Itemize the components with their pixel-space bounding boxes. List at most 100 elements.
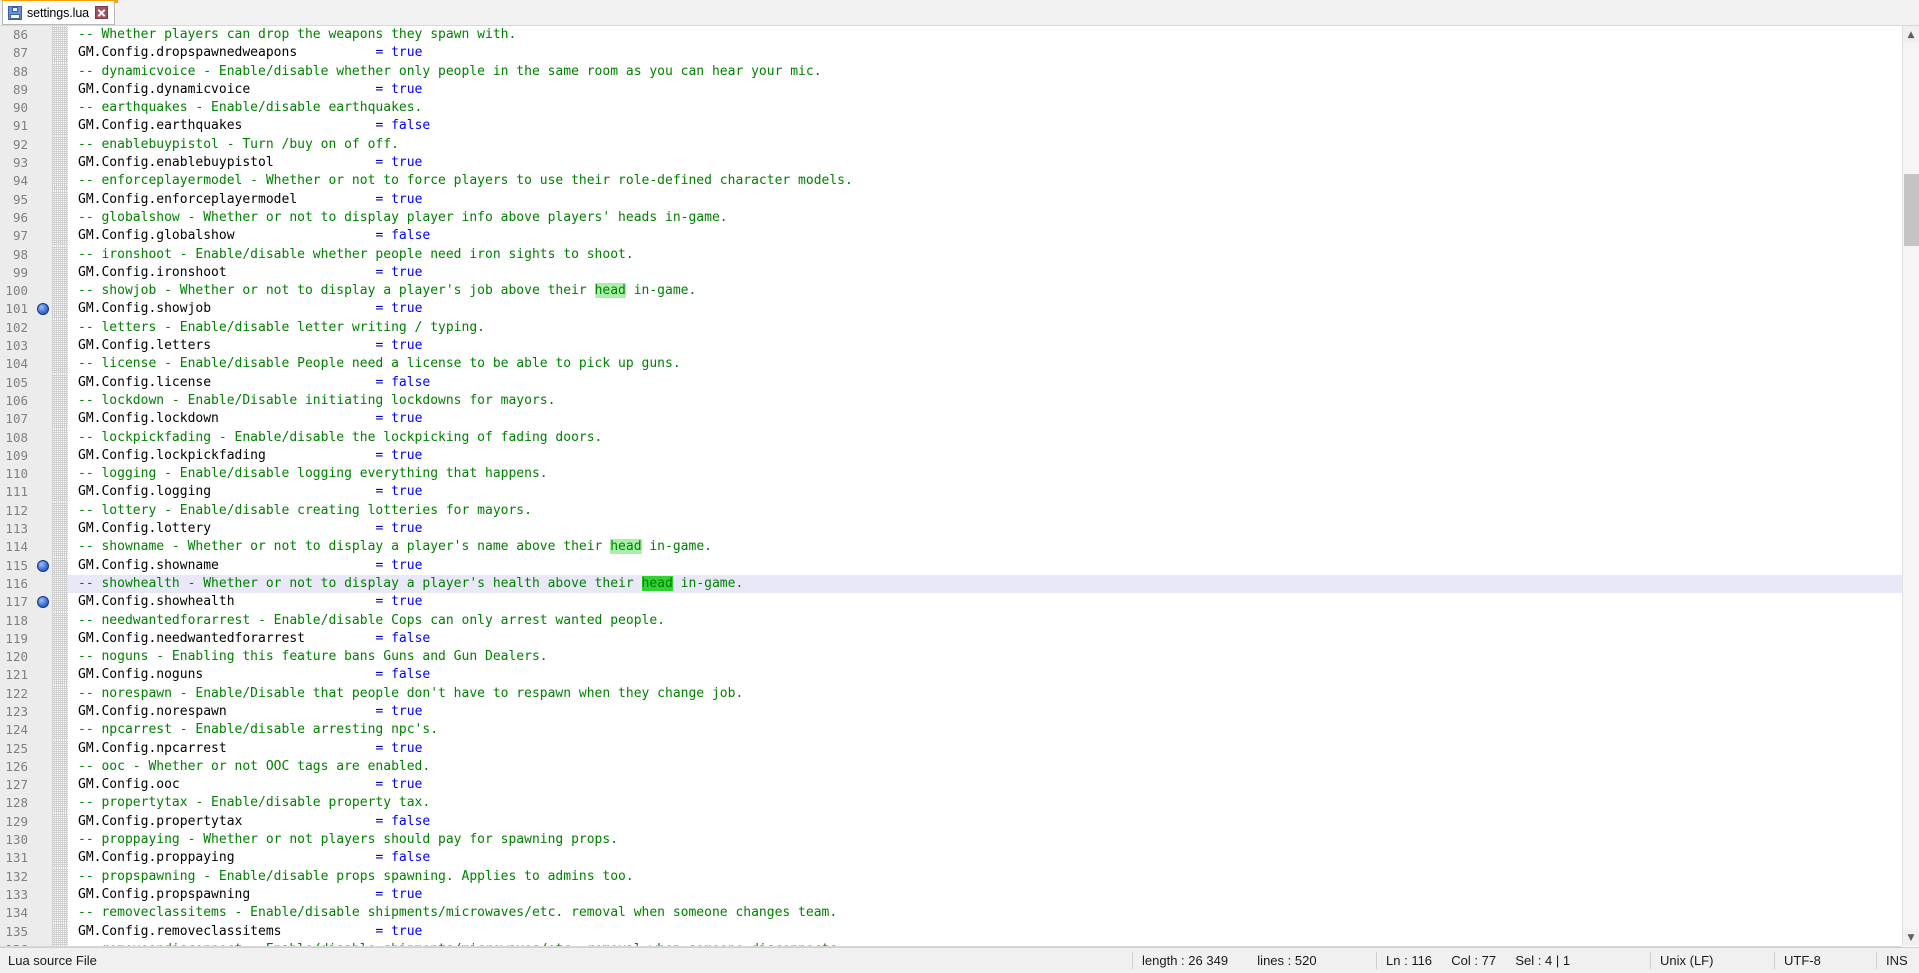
- fold-margin[interactable]: [52, 520, 68, 539]
- bookmark-margin[interactable]: [34, 849, 52, 868]
- bookmark-margin[interactable]: [34, 794, 52, 813]
- bookmark-margin[interactable]: [34, 757, 52, 777]
- fold-margin[interactable]: [52, 922, 68, 941]
- code-text[interactable]: -- proppaying - Whether or not players s…: [68, 831, 618, 849]
- fold-margin[interactable]: [52, 117, 68, 136]
- bookmark-icon[interactable]: [37, 303, 49, 316]
- code-line[interactable]: 102 -- letters - Enable/disable letter wr…: [0, 318, 1919, 338]
- code-text[interactable]: -- needwantedforarrest - Enable/disable …: [68, 612, 665, 630]
- code-text[interactable]: GM.Config.norespawn = true: [68, 703, 422, 721]
- code-line[interactable]: 127 GM.Config.ooc = true: [0, 776, 1919, 795]
- fold-margin[interactable]: [52, 135, 68, 155]
- code-text[interactable]: -- Whether players can drop the weapons …: [68, 26, 516, 44]
- code-line[interactable]: 107 GM.Config.lockdown = true: [0, 410, 1919, 429]
- code-text[interactable]: GM.Config.dropspawnedweapons = true: [68, 44, 422, 62]
- bookmark-margin[interactable]: [34, 885, 52, 905]
- bookmark-margin[interactable]: [34, 26, 52, 45]
- fold-margin[interactable]: [52, 62, 68, 81]
- code-line[interactable]: 124 -- npcarrest - Enable/disable arresti…: [0, 721, 1919, 740]
- code-line[interactable]: 122 -- norespawn - Enable/Disable that pe…: [0, 684, 1919, 703]
- fold-margin[interactable]: [52, 428, 68, 447]
- bookmark-margin[interactable]: [34, 574, 52, 594]
- bookmark-margin[interactable]: [34, 465, 52, 484]
- code-text[interactable]: GM.Config.enforceplayermodel = true: [68, 191, 422, 209]
- code-text[interactable]: -- globalshow - Whether or not to displa…: [68, 209, 728, 227]
- code-line[interactable]: 111 GM.Config.logging = true: [0, 483, 1919, 502]
- code-line[interactable]: 121 GM.Config.noguns = false: [0, 666, 1919, 685]
- fold-margin[interactable]: [52, 318, 68, 338]
- code-text[interactable]: -- showhealth - Whether or not to displa…: [68, 575, 743, 593]
- bookmark-margin[interactable]: [34, 391, 52, 411]
- bookmark-margin[interactable]: [34, 611, 52, 630]
- bookmark-margin[interactable]: [34, 739, 52, 758]
- code-line[interactable]: 104 -- license - Enable/disable People ne…: [0, 355, 1919, 374]
- code-line[interactable]: 109 GM.Config.lockpickfading = true: [0, 446, 1919, 466]
- fold-margin[interactable]: [52, 904, 68, 923]
- scroll-down-arrow-icon[interactable]: ▼: [1903, 929, 1919, 946]
- code-text[interactable]: GM.Config.ooc = true: [68, 776, 422, 794]
- code-line[interactable]: 91 GM.Config.earthquakes = false: [0, 117, 1919, 136]
- code-text[interactable]: GM.Config.propspawning = true: [68, 886, 422, 904]
- code-text[interactable]: -- letters - Enable/disable letter writi…: [68, 319, 485, 337]
- bookmark-margin[interactable]: [34, 538, 52, 557]
- code-text[interactable]: GM.Config.globalshow = false: [68, 227, 430, 245]
- code-text[interactable]: -- enforceplayermodel - Whether or not t…: [68, 172, 853, 190]
- code-line[interactable]: 87 GM.Config.dropspawnedweapons = true: [0, 44, 1919, 63]
- bookmark-margin[interactable]: [34, 318, 52, 338]
- code-text[interactable]: -- npcarrest - Enable/disable arresting …: [68, 721, 438, 739]
- bookmark-margin[interactable]: [34, 373, 52, 392]
- code-text[interactable]: -- ironshoot - Enable/disable whether pe…: [68, 246, 634, 264]
- fold-margin[interactable]: [52, 26, 68, 45]
- code-line[interactable]: 103 GM.Config.letters = true: [0, 337, 1919, 356]
- code-line[interactable]: 108 -- lockpickfading - Enable/disable th…: [0, 428, 1919, 447]
- fold-margin[interactable]: [52, 227, 68, 246]
- fold-margin[interactable]: [52, 867, 68, 886]
- code-line[interactable]: 128 -- propertytax - Enable/disable prope…: [0, 794, 1919, 813]
- bookmark-margin[interactable]: [34, 227, 52, 246]
- bookmark-margin[interactable]: [34, 337, 52, 356]
- fold-margin[interactable]: [52, 831, 68, 850]
- bookmark-margin[interactable]: [34, 702, 52, 722]
- vertical-scrollbar[interactable]: ▲ ▼: [1902, 26, 1919, 946]
- bookmark-margin[interactable]: [34, 520, 52, 539]
- bookmark-margin[interactable]: [34, 99, 52, 118]
- code-text[interactable]: -- showname - Whether or not to display …: [68, 538, 712, 556]
- bookmark-icon[interactable]: [37, 559, 49, 572]
- code-text[interactable]: GM.Config.lockdown = true: [68, 410, 422, 428]
- bookmark-margin[interactable]: [34, 282, 52, 301]
- code-line[interactable]: 119 GM.Config.needwantedforarrest = false: [0, 629, 1919, 649]
- fold-margin[interactable]: [52, 154, 68, 173]
- code-line[interactable]: 114 -- showname - Whether or not to displ…: [0, 538, 1919, 557]
- code-text[interactable]: -- propertytax - Enable/disable property…: [68, 794, 430, 812]
- code-line[interactable]: 106 -- lockdown - Enable/Disable initiati…: [0, 391, 1919, 411]
- code-line[interactable]: 135 GM.Config.removeclassitems = true: [0, 922, 1919, 941]
- status-encoding[interactable]: UTF-8: [1776, 948, 1876, 973]
- code-line[interactable]: 96 -- globalshow - Whether or not to disp…: [0, 208, 1919, 228]
- code-text[interactable]: GM.Config.proppaying = false: [68, 849, 430, 867]
- bookmark-margin[interactable]: [34, 245, 52, 264]
- code-line[interactable]: 90 -- earthquakes - Enable/disable earthq…: [0, 99, 1919, 118]
- status-eol-format[interactable]: Unix (LF): [1652, 948, 1772, 973]
- code-text[interactable]: -- enablebuypistol - Turn /buy on of off…: [68, 136, 399, 154]
- code-line[interactable]: 99 GM.Config.ironshoot = true: [0, 263, 1919, 283]
- code-line[interactable]: 125 GM.Config.npcarrest = true: [0, 739, 1919, 758]
- code-line[interactable]: 123 GM.Config.norespawn = true: [0, 702, 1919, 722]
- code-line[interactable]: 112 -- lottery - Enable/disable creating …: [0, 501, 1919, 521]
- fold-margin[interactable]: [52, 263, 68, 283]
- bookmark-margin[interactable]: [34, 208, 52, 228]
- code-text[interactable]: -- lockdown - Enable/Disable initiating …: [68, 392, 555, 410]
- fold-margin[interactable]: [52, 446, 68, 466]
- code-text[interactable]: -- license - Enable/disable People need …: [68, 355, 681, 373]
- code-line[interactable]: 93 GM.Config.enablebuypistol = true: [0, 154, 1919, 173]
- code-line[interactable]: 105 GM.Config.license = false: [0, 373, 1919, 392]
- code-text[interactable]: GM.Config.earthquakes = false: [68, 117, 430, 135]
- code-text[interactable]: -- logging - Enable/disable logging ever…: [68, 465, 548, 483]
- fold-margin[interactable]: [52, 410, 68, 429]
- fold-margin[interactable]: [52, 556, 68, 575]
- code-line[interactable]: 131 GM.Config.proppaying = false: [0, 849, 1919, 868]
- code-line[interactable]: 97 GM.Config.globalshow = false: [0, 227, 1919, 246]
- code-text[interactable]: GM.Config.showhealth = true: [68, 593, 422, 611]
- code-line[interactable]: 117 GM.Config.showhealth = true: [0, 593, 1919, 612]
- bookmark-margin[interactable]: [34, 556, 52, 575]
- code-text[interactable]: GM.Config.removeclassitems = true: [68, 923, 422, 941]
